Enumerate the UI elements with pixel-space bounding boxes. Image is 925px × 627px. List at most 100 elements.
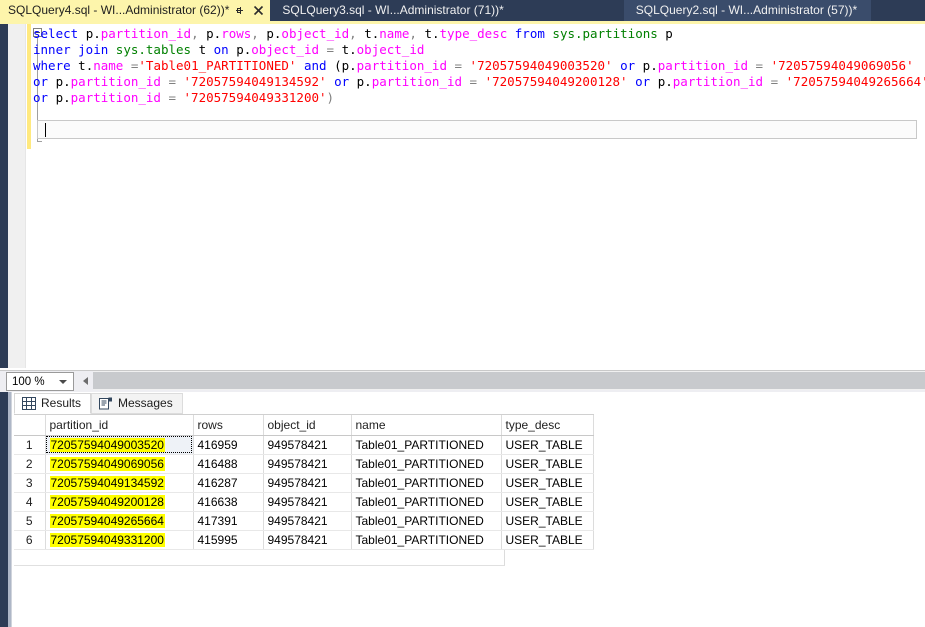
cell-object-id[interactable]: 949578421 — [263, 435, 351, 454]
code-token: sys.partitions — [552, 26, 657, 41]
table-row[interactable]: 6 72057594049331200 415995949578421Table01… — [14, 530, 593, 549]
code-token — [108, 42, 116, 57]
cell-rows[interactable]: 417391 — [193, 511, 263, 530]
code-token: '72057594049134592' — [184, 74, 327, 89]
code-token: ) — [327, 90, 335, 105]
code-token: or — [635, 74, 650, 89]
editor-tab-strip: SQLQuery4.sql - WI...Administrator (62))… — [0, 0, 925, 21]
editor-indicator-margin[interactable] — [8, 24, 26, 368]
cell-object-id[interactable]: 949578421 — [263, 530, 351, 549]
cell-partition-id[interactable]: 72057594049200128 — [45, 492, 193, 511]
row-number-cell[interactable]: 5 — [14, 511, 45, 530]
cell-name[interactable]: Table01_PARTITIONED — [351, 435, 501, 454]
column-header-name[interactable]: name — [351, 415, 501, 435]
cell-type-desc[interactable]: USER_TABLE — [501, 435, 593, 454]
highlight-mark: 72057594049331200 — [50, 533, 165, 547]
column-header-partition_id[interactable]: partition_id — [45, 415, 193, 435]
code-token: = — [123, 58, 138, 73]
code-token: object_id — [281, 26, 349, 41]
results-pane: Results Messages partition_idrowsobject_… — [0, 392, 925, 627]
row-number-header[interactable] — [14, 415, 45, 435]
cell-rows[interactable]: 416959 — [193, 435, 263, 454]
results-left-rail-inner — [8, 392, 12, 627]
cell-type-desc[interactable]: USER_TABLE — [501, 454, 593, 473]
code-token: '72057594049069056' — [771, 58, 914, 73]
table-row[interactable]: 372057594049134592416287949578421Table01… — [14, 473, 593, 492]
cell-type-desc[interactable]: USER_TABLE — [501, 530, 593, 549]
code-token: = — [161, 74, 184, 89]
code-line-2: inner join sys.tables t on p.object_id =… — [33, 42, 925, 58]
pin-icon[interactable] — [231, 2, 248, 19]
cell-partition-id[interactable]: 72057594049134592 — [45, 473, 193, 492]
cell-name[interactable]: Table01_PARTITIONED — [351, 492, 501, 511]
code-token: = — [447, 58, 470, 73]
cell-name[interactable]: Table01_PARTITIONED — [351, 454, 501, 473]
code-token: select — [33, 26, 78, 41]
code-token: on — [214, 42, 229, 57]
code-token: partition_id — [673, 74, 763, 89]
code-token: object_id — [251, 42, 319, 57]
row-number-cell[interactable]: 6 — [14, 530, 45, 549]
tab-sqlquery3[interactable]: SQLQuery3.sql - WI...Administrator (71))… — [270, 0, 623, 21]
code-token: or — [334, 74, 349, 89]
cell-object-id[interactable]: 949578421 — [263, 511, 351, 530]
tab-sqlquery2[interactable]: SQLQuery2.sql - WI...Administrator (57))… — [624, 0, 871, 21]
tab-sqlquery4[interactable]: SQLQuery4.sql - WI...Administrator (62))… — [0, 0, 270, 21]
code-token: = — [763, 74, 786, 89]
table-row[interactable]: 2 72057594049069056 416488949578421Table01… — [14, 454, 593, 473]
cell-rows[interactable]: 415995 — [193, 530, 263, 549]
cell-partition-id[interactable]: 72057594049003520 — [45, 435, 193, 454]
table-row[interactable]: 572057594049265664417391949578421Table01… — [14, 511, 593, 530]
column-header-rows[interactable]: rows — [193, 415, 263, 435]
results-table[interactable]: partition_idrowsobject_idnametype_desc 1… — [14, 415, 594, 550]
results-grid[interactable]: partition_idrowsobject_idnametype_desc 1… — [14, 414, 594, 550]
scrollbar-thumb[interactable] — [93, 372, 925, 389]
cell-partition-id[interactable]: 72057594049265664 — [45, 511, 193, 530]
code-token — [507, 26, 515, 41]
code-token: p. — [86, 26, 101, 41]
cell-type-desc[interactable]: USER_TABLE — [501, 511, 593, 530]
scroll-left-arrow-icon[interactable] — [78, 371, 93, 390]
cell-rows[interactable]: 416287 — [193, 473, 263, 492]
cell-name[interactable]: Table01_PARTITIONED — [351, 511, 501, 530]
cell-name[interactable]: Table01_PARTITIONED — [351, 530, 501, 549]
sql-code-text[interactable]: select p.partition_id, p.rows, p.object_… — [33, 26, 925, 106]
tab-messages[interactable]: Messages — [91, 393, 183, 414]
column-header-object_id[interactable]: object_id — [263, 415, 351, 435]
row-number-cell[interactable]: 3 — [14, 473, 45, 492]
cell-rows[interactable]: 416488 — [193, 454, 263, 473]
code-token — [613, 58, 621, 73]
table-body[interactable]: 172057594049003520416959949578421Table01… — [14, 435, 593, 549]
sql-editor[interactable]: select p.partition_id, p.rows, p.object_… — [0, 24, 925, 368]
zoom-level-select[interactable]: 100 % — [6, 372, 74, 391]
cell-partition-id[interactable]: 72057594049331200 — [45, 530, 193, 549]
editor-horizontal-scrollbar[interactable] — [78, 371, 925, 390]
code-token: , — [349, 26, 364, 41]
cell-rows[interactable]: 416638 — [193, 492, 263, 511]
grid-empty-area[interactable] — [14, 550, 505, 566]
cell-partition-id[interactable]: 72057594049069056 — [45, 454, 193, 473]
chevron-down-icon[interactable] — [59, 380, 67, 384]
cell-type-desc[interactable]: USER_TABLE — [501, 473, 593, 492]
code-token — [327, 74, 335, 89]
table-row[interactable]: 472057594049200128416638949578421Table01… — [14, 492, 593, 511]
close-icon[interactable] — [250, 2, 267, 19]
cell-object-id[interactable]: 949578421 — [263, 454, 351, 473]
table-row[interactable]: 172057594049003520416959949578421Table01… — [14, 435, 593, 454]
row-number-cell[interactable]: 2 — [14, 454, 45, 473]
row-number-cell[interactable]: 1 — [14, 435, 45, 454]
cell-type-desc[interactable]: USER_TABLE — [501, 492, 593, 511]
column-header-type_desc[interactable]: type_desc — [501, 415, 593, 435]
cell-object-id[interactable]: 949578421 — [263, 492, 351, 511]
current-line-highlight — [37, 120, 917, 139]
highlight-mark: 72057594049069056 — [50, 457, 165, 471]
tab-results[interactable]: Results — [14, 393, 91, 414]
tab-sqlquery2-label: SQLQuery2.sql - WI...Administrator (57))… — [636, 0, 857, 21]
cell-name[interactable]: Table01_PARTITIONED — [351, 473, 501, 492]
cell-object-id[interactable]: 949578421 — [263, 473, 351, 492]
code-token: rows — [221, 26, 251, 41]
code-token — [296, 58, 304, 73]
code-token: or — [620, 58, 635, 73]
tab-results-label: Results — [41, 393, 81, 414]
row-number-cell[interactable]: 4 — [14, 492, 45, 511]
